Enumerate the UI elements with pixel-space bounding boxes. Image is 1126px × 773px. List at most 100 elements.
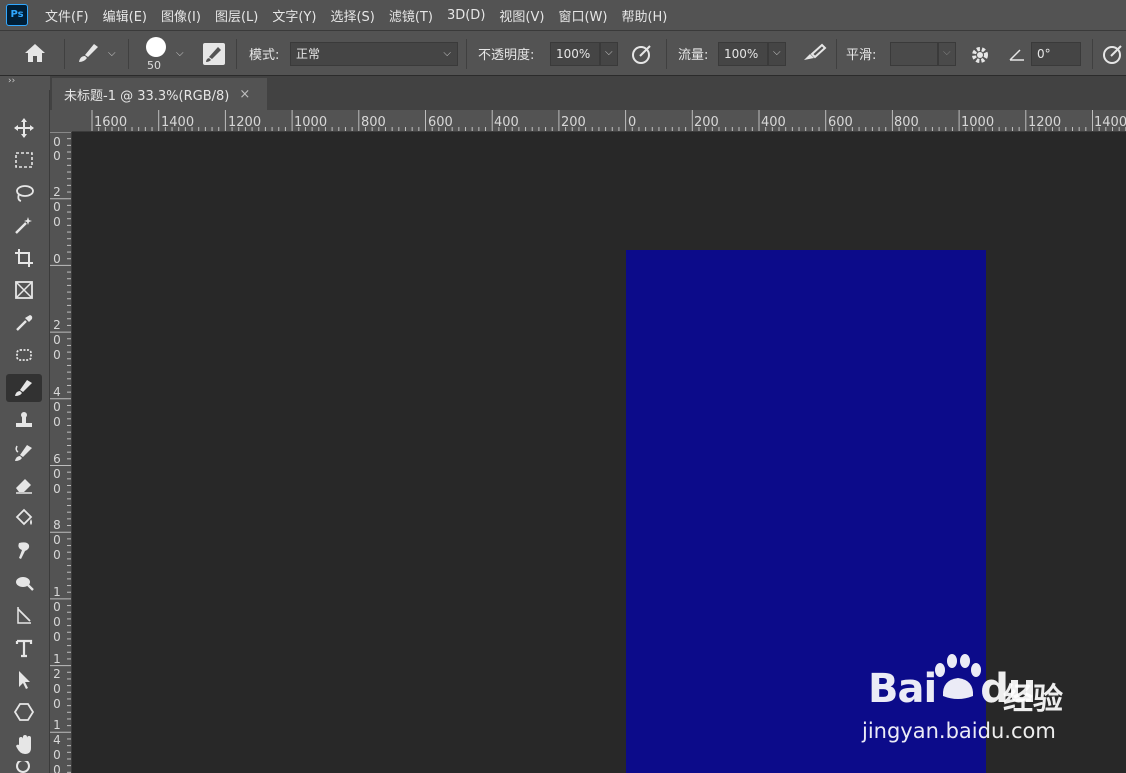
menu-window[interactable]: 窗口(W) xyxy=(551,6,614,25)
watermark-url: jingyan.baidu.com xyxy=(862,719,1056,743)
menu-help[interactable]: 帮助(H) xyxy=(614,6,674,25)
menu-image[interactable]: 图像(I) xyxy=(154,6,208,25)
brush-preset-icon[interactable] xyxy=(76,41,102,69)
ruler-origin[interactable] xyxy=(50,110,72,132)
ruler-label: 1 xyxy=(53,585,61,599)
type-tool-icon[interactable] xyxy=(6,634,42,662)
angle-icon xyxy=(1008,45,1026,67)
paint-bucket-tool-icon[interactable] xyxy=(6,504,42,532)
menu-bar: Ps 文件(F) 编辑(E) 图像(I) 图层(L) 文字(Y) 选择(S) 滤… xyxy=(0,0,1126,30)
gear-icon[interactable] xyxy=(968,43,992,71)
healing-brush-tool-icon[interactable] xyxy=(6,341,42,369)
shape-tool-icon[interactable] xyxy=(6,698,42,726)
watermark-cn: 经验 xyxy=(1003,682,1063,717)
options-bar: ⌵ 50 ⌵ 模式: 正常 ⌵ 不透明度: 100% ⌵ 流量: 100% ⌵ … xyxy=(0,30,1126,76)
ruler-label: 0 xyxy=(53,630,61,644)
flow-input[interactable]: 100% xyxy=(718,42,768,66)
photoshop-logo[interactable]: Ps xyxy=(6,4,28,26)
ruler-label: 1 xyxy=(53,718,61,732)
chevron-down-icon: ⌵ xyxy=(605,47,613,58)
ruler-label: 400 xyxy=(494,115,519,130)
ruler-label: 2 xyxy=(53,318,61,332)
dodge-tool-icon[interactable] xyxy=(6,569,42,597)
smoothing-dropdown[interactable]: ⌵ xyxy=(938,42,956,66)
document-tab-bar: 未标题-1 @ 33.3%(RGB/8) × xyxy=(50,76,1126,110)
ruler-label: 1200 xyxy=(1028,115,1062,130)
ruler-label: 200 xyxy=(694,115,719,130)
vertical-ruler[interactable]: 0 0 2 0 0 0 2 0 0 4 0 0 6 0 0 8 0 0 1 0 … xyxy=(50,132,72,773)
chevron-down-icon[interactable]: ⌵ xyxy=(108,48,116,59)
eyedropper-tool-icon[interactable] xyxy=(6,309,42,337)
opacity-dropdown[interactable]: ⌵ xyxy=(600,42,618,66)
brush-tool-icon[interactable] xyxy=(6,374,42,402)
ruler-label: 4 xyxy=(53,385,61,399)
chevron-down-icon: ⌵ xyxy=(943,47,951,58)
frame-tool-icon[interactable] xyxy=(6,276,42,304)
brush-settings-panel-icon[interactable] xyxy=(203,43,225,65)
ruler-label: 0 xyxy=(53,215,61,229)
ruler-label: 0 xyxy=(53,482,61,496)
eraser-tool-icon[interactable] xyxy=(6,471,42,499)
menu-filter[interactable]: 滤镜(T) xyxy=(382,6,440,25)
ruler-label: 600 xyxy=(428,115,453,130)
menu-edit[interactable]: 编辑(E) xyxy=(96,6,154,25)
ruler-label: 0 xyxy=(53,763,61,773)
ruler-label: 1400 xyxy=(161,115,195,130)
ruler-label: 0 xyxy=(53,400,61,414)
horizontal-ruler[interactable]: 1600 1400 1200 1000 800 600 400 200 0 20… xyxy=(72,110,1126,132)
opacity-label: 不透明度: xyxy=(478,48,535,63)
ruler-label: 0 xyxy=(53,348,61,362)
marquee-tool-icon[interactable] xyxy=(6,146,42,174)
ruler-label: 0 xyxy=(53,682,61,696)
ruler-label: 0 xyxy=(53,615,61,629)
mode-select[interactable]: 正常 ⌵ xyxy=(290,42,458,66)
ruler-label: 0 xyxy=(53,135,61,149)
ruler-label: 0 xyxy=(53,149,61,163)
zoom-tool-icon[interactable] xyxy=(6,761,42,773)
clone-stamp-tool-icon[interactable] xyxy=(6,406,42,434)
ruler-label: 0 xyxy=(53,252,61,266)
smoothing-input[interactable] xyxy=(890,42,938,66)
flow-dropdown[interactable]: ⌵ xyxy=(768,42,786,66)
menu-file[interactable]: 文件(F) xyxy=(38,6,96,25)
crop-tool-icon[interactable] xyxy=(6,244,42,272)
ruler-label: 6 xyxy=(53,452,61,466)
menu-type[interactable]: 文字(Y) xyxy=(265,6,323,25)
menu-view[interactable]: 视图(V) xyxy=(492,6,551,25)
ruler-label: 2 xyxy=(53,667,61,681)
baidu-jingyan-watermark: Bai du 经验 jingyan.baidu.com xyxy=(858,652,1078,752)
ruler-label: 0 xyxy=(53,748,61,762)
ruler-label: 1400 xyxy=(1094,115,1126,130)
ruler-label: 0 xyxy=(53,548,61,562)
history-brush-tool-icon[interactable] xyxy=(6,439,42,467)
magic-wand-tool-icon[interactable] xyxy=(6,211,42,239)
airbrush-icon[interactable] xyxy=(800,42,828,70)
angle-input[interactable]: 0° xyxy=(1031,42,1081,66)
close-icon[interactable]: × xyxy=(239,87,250,102)
smudge-tool-icon[interactable] xyxy=(6,536,42,564)
move-tool-icon[interactable] xyxy=(6,114,42,142)
chevron-down-icon[interactable]: ⌵ xyxy=(176,48,184,59)
chevron-down-icon: ⌵ xyxy=(443,48,451,59)
pen-tool-icon[interactable] xyxy=(6,601,42,629)
brush-tip-icon[interactable] xyxy=(146,37,166,57)
ruler-label: 1600 xyxy=(94,115,128,130)
opacity-input[interactable]: 100% xyxy=(550,42,600,66)
hand-tool-icon[interactable] xyxy=(6,731,42,759)
document-tab[interactable]: 未标题-1 @ 33.3%(RGB/8) × xyxy=(52,78,267,110)
lasso-tool-icon[interactable] xyxy=(6,179,42,207)
ruler-label: 8 xyxy=(53,518,61,532)
pressure-size-icon[interactable] xyxy=(1100,42,1126,70)
home-icon[interactable] xyxy=(22,41,48,69)
ruler-label: 0 xyxy=(53,600,61,614)
pressure-opacity-icon[interactable] xyxy=(630,42,656,70)
ruler-label: 1 xyxy=(53,652,61,666)
brush-size-value: 50 xyxy=(147,59,161,72)
smoothing-label: 平滑: xyxy=(846,48,877,63)
path-selection-tool-icon[interactable] xyxy=(6,666,42,694)
menu-3d[interactable]: 3D(D) xyxy=(440,8,492,23)
menu-layer[interactable]: 图层(L) xyxy=(208,6,265,25)
tools-panel-collapse[interactable]: ›› xyxy=(0,76,50,90)
ruler-label: 0 xyxy=(628,115,637,130)
menu-select[interactable]: 选择(S) xyxy=(323,6,381,25)
